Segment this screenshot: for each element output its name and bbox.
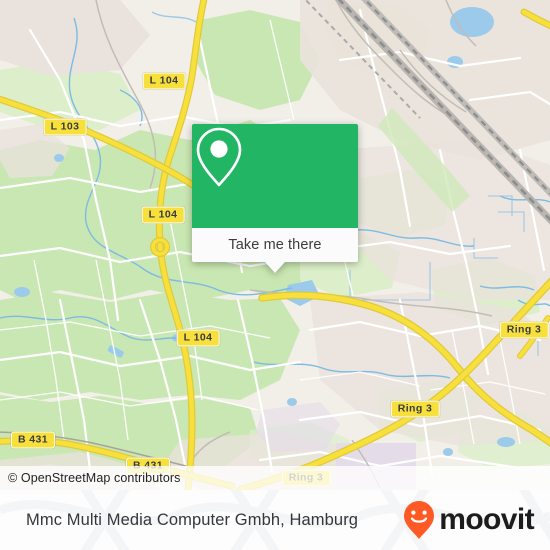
osm-attribution-text: © OpenStreetMap contributors: [8, 471, 181, 485]
place-title: Mmc Multi Media Computer Gmbh, Hamburg: [26, 510, 359, 529]
map-pin-icon: [196, 127, 242, 187]
moovit-pin-icon: [404, 501, 435, 539]
osm-attribution-bar: © OpenStreetMap contributors: [0, 466, 550, 490]
take-me-there-label: Take me there: [228, 237, 322, 253]
road-shield: L 104: [141, 206, 185, 224]
road-shield: Ring 3: [390, 400, 440, 418]
take-me-there-button[interactable]: Take me there: [192, 228, 358, 273]
road-shield: L 104: [176, 329, 220, 347]
location-popup[interactable]: Take me there: [192, 124, 358, 273]
road-shield: L 104: [142, 72, 186, 90]
popup-tail: [265, 262, 285, 273]
road-shield: L 103: [43, 118, 87, 136]
map-canvas[interactable]: L 104 L 103 L 104 L 104 Ring 3 Ring 3 Ri…: [0, 0, 550, 490]
moovit-wordmark: moovit: [439, 503, 534, 536]
moovit-brand: moovit: [402, 500, 535, 540]
road-shield: B 431: [10, 431, 56, 449]
footer-bar: Mmc Multi Media Computer Gmbh, Hamburg m…: [0, 490, 550, 550]
map-screenshot: L 104 L 103 L 104 L 104 Ring 3 Ring 3 Ri…: [0, 0, 550, 550]
popup-pin-area: [192, 124, 358, 228]
road-shield: Ring 3: [499, 321, 549, 339]
